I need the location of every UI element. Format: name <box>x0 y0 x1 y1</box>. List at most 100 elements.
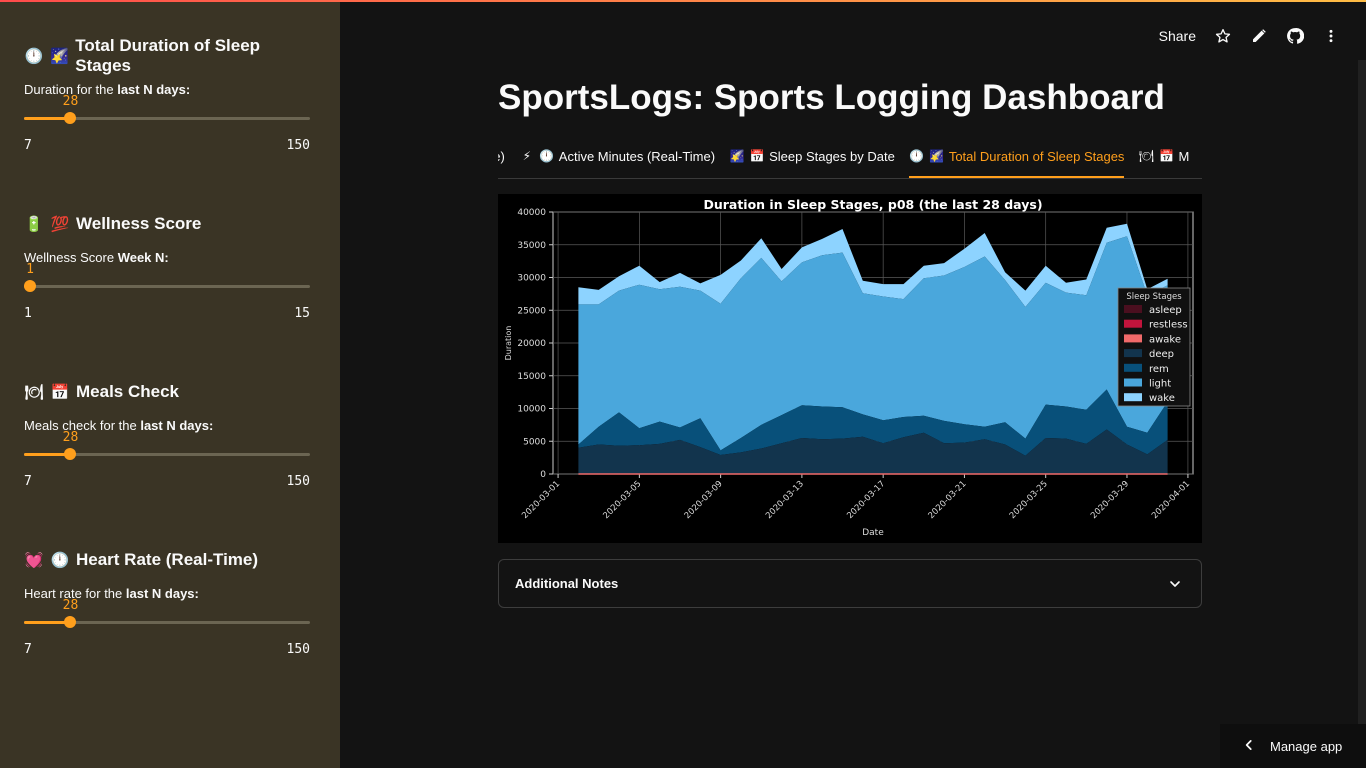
legend-label-deep: deep <box>1149 349 1174 360</box>
section-title-text: Total Duration of Sleep Stages <box>75 36 261 75</box>
legend-label-light: light <box>1149 379 1171 390</box>
range-slider[interactable]: 28 <box>24 94 310 128</box>
tab-2[interactable]: 🌠 📅 Sleep Stages by Date <box>729 143 895 178</box>
more-vertical-icon[interactable] <box>1322 27 1340 45</box>
slider-min: 7 <box>24 138 32 153</box>
y-tick-label: 25000 <box>517 306 546 316</box>
slider-track[interactable] <box>24 285 310 288</box>
legend-swatch-deep <box>1124 349 1142 358</box>
x-tick-label: 2020-03-17 <box>845 479 887 521</box>
slider-max: 15 <box>294 306 310 321</box>
edit-pencil-icon[interactable] <box>1250 27 1268 45</box>
slider-label-text: Meals check for the <box>24 418 141 433</box>
range-slider[interactable]: 28 <box>24 430 310 464</box>
legend-swatch-wake <box>1124 393 1142 402</box>
section-title-text: Heart Rate (Real-Time) <box>76 550 259 569</box>
top-accent-bar <box>0 0 1366 2</box>
slider-min: 7 <box>24 474 32 489</box>
y-tick-label: 5000 <box>523 437 546 447</box>
tab-emoji-icon: 🌠 <box>929 149 945 163</box>
tab-4[interactable]: 🍽 📅 M <box>1138 143 1189 178</box>
slider-value: 1 <box>26 262 34 277</box>
chevron-down-icon[interactable] <box>1167 576 1183 592</box>
tab-emoji-icon: 🕛 <box>909 149 925 163</box>
range-slider[interactable]: 28 <box>24 598 310 632</box>
tab-label: Sleep Stages by Date <box>769 149 895 164</box>
y-tick-label: 20000 <box>517 339 546 349</box>
legend-label-awake: awake <box>1149 334 1181 345</box>
sidebar-section: 💓 🕛 Heart Rate (Real-Time) Heart rate for t… <box>24 548 316 657</box>
legend-swatch-light <box>1124 378 1142 387</box>
slider-value: 28 <box>62 430 79 445</box>
tab-emoji-icon: 📅 <box>749 149 765 163</box>
section-title: 🕛 🌠 Total Duration of Sleep Stages <box>24 36 316 75</box>
section-title-text: Wellness Score <box>76 214 202 233</box>
y-tick-label: 40000 <box>517 208 546 218</box>
x-tick-label: 2020-03-21 <box>927 479 969 521</box>
section-emoji-icon: 💯 <box>50 215 70 233</box>
slider-label-text: Wellness Score <box>24 250 118 265</box>
section-title: 🍽 📅 Meals Check <box>24 380 316 404</box>
section-emoji-icon: 🌠 <box>50 47 69 65</box>
x-tick-label: 2020-04-01 <box>1150 479 1192 521</box>
tab-label: Total Duration of Sleep Stages <box>948 149 1125 164</box>
slider-label-bold: Week N: <box>117 250 169 265</box>
slider-thumb[interactable] <box>64 616 77 628</box>
y-tick-label: 10000 <box>517 405 546 415</box>
section-title-text: Meals Check <box>76 382 179 401</box>
tab-1[interactable]: ⚡ 🕛 Active Minutes (Real-Time) <box>519 143 716 178</box>
y-tick-label: 35000 <box>517 241 546 251</box>
section-emoji-icon: 💓 <box>24 551 44 569</box>
legend-swatch-rem <box>1124 363 1142 372</box>
tab-emoji-icon: 🌠 <box>729 149 745 163</box>
tab-emoji-icon: 🍽 <box>1138 149 1155 163</box>
section-title: 💓 🕛 Heart Rate (Real-Time) <box>24 548 316 572</box>
legend-label-wake: wake <box>1149 393 1175 404</box>
slider-label: Duration for the last N days: <box>24 82 190 97</box>
section-emoji-icon: 🔋 <box>24 215 44 233</box>
range-slider[interactable]: 1 <box>24 262 310 296</box>
section-emoji-icon: 🍽 <box>24 383 44 401</box>
slider-label-bold: last N days: <box>125 586 199 601</box>
star-icon[interactable] <box>1214 27 1232 45</box>
slider-label: Heart rate for the last N days: <box>24 586 199 601</box>
tab-emoji-icon: 🕛 <box>539 149 555 163</box>
legend-label-rem: rem <box>1149 364 1169 375</box>
tab-emoji-icon: ⚡ <box>522 149 532 163</box>
slider-thumb[interactable] <box>64 112 77 124</box>
y-tick-label: 0 <box>540 470 546 480</box>
x-tick-label: 2020-03-05 <box>601 479 643 521</box>
share-button[interactable]: Share <box>1159 28 1196 44</box>
github-icon[interactable] <box>1286 27 1304 45</box>
expander-label: Additional Notes <box>515 576 619 591</box>
tab-bar: ne)⚡🕛Active Minutes (Real-Time)🌠📅Sleep S… <box>498 143 1202 179</box>
page-title: SportsLogs: Sports Logging Dashboard <box>498 78 1165 117</box>
chart-svg: 0 5000 10000 15000 20000 25000 30000 35000 40000… <box>504 197 1194 538</box>
slider-max: 150 <box>286 138 310 153</box>
slider-value: 28 <box>62 598 79 613</box>
legend-label-asleep: asleep <box>1149 305 1182 316</box>
y-axis-label: Duration <box>504 326 513 361</box>
slider-max: 150 <box>286 474 310 489</box>
slider-thumb[interactable] <box>24 280 36 292</box>
y-tick-label: 15000 <box>517 372 546 382</box>
manage-app-label: Manage app <box>1270 738 1343 754</box>
slider-min: 7 <box>24 642 32 657</box>
y-tick-label: 30000 <box>517 274 546 284</box>
tab-label: M <box>1178 149 1190 164</box>
tab-3[interactable]: 🕛 🌠 Total Duration of Sleep Stages <box>908 143 1125 178</box>
slider-max: 150 <box>286 642 310 657</box>
main-scrollbar[interactable] <box>1358 60 1366 724</box>
tab-0[interactable]: ne) <box>498 143 505 178</box>
slider-value: 28 <box>62 94 79 109</box>
section-emoji-icon: 🕛 <box>50 551 70 569</box>
legend-swatch-asleep <box>1124 305 1142 313</box>
section-emoji-icon: 📅 <box>50 383 70 401</box>
x-tick-label: 2020-03-29 <box>1089 479 1131 521</box>
additional-notes-expander[interactable]: Additional Notes <box>498 559 1202 608</box>
sleep-stage-chart: 0 5000 10000 15000 20000 25000 30000 35000 40000… <box>498 194 1202 543</box>
app-toolbar: Share <box>1159 24 1340 48</box>
x-tick-label: 2020-03-13 <box>764 479 806 521</box>
slider-thumb[interactable] <box>64 448 77 460</box>
manage-app-button[interactable]: Manage app <box>1220 724 1366 768</box>
